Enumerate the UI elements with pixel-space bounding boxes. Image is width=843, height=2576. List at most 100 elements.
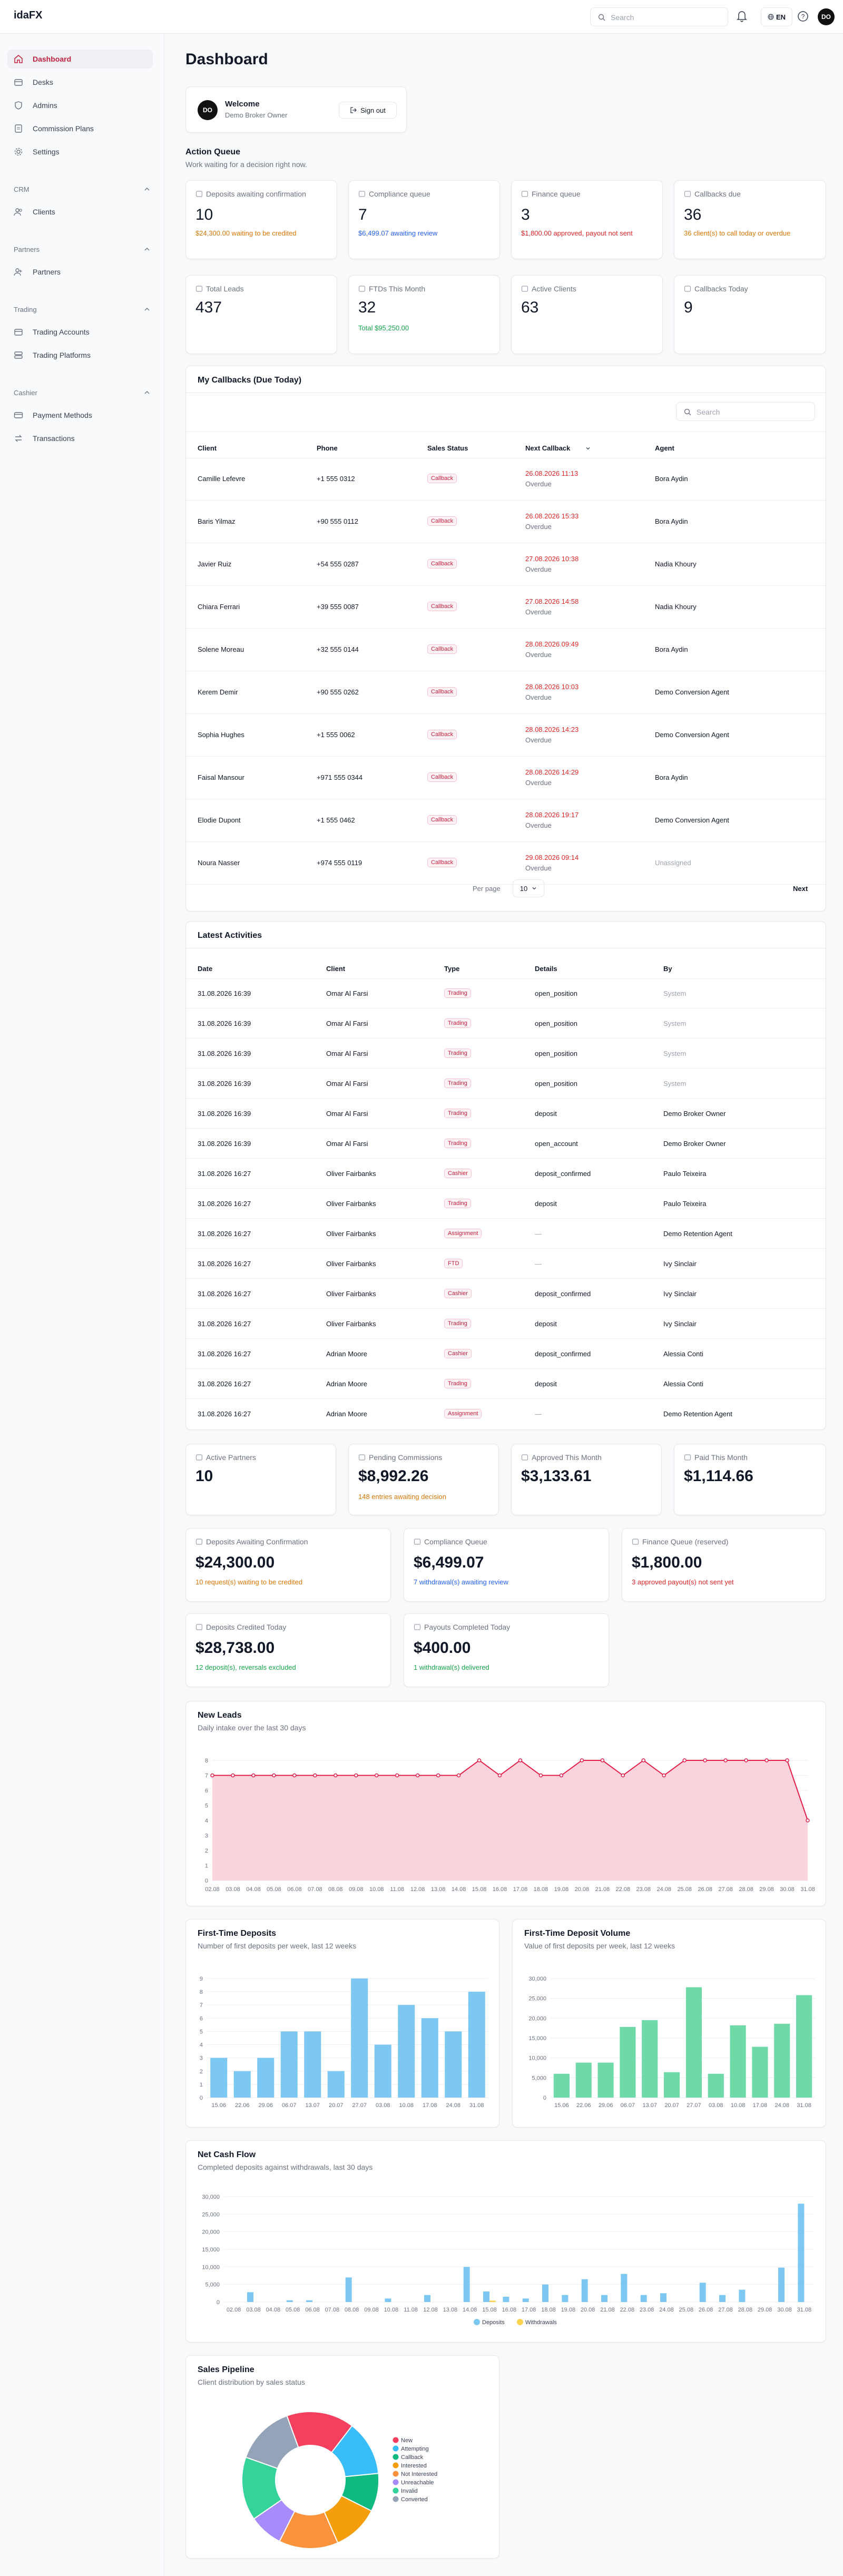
deposit-bar[interactable]: [247, 2292, 253, 2302]
deposit-bar[interactable]: [640, 2295, 647, 2302]
bar[interactable]: [553, 2073, 570, 2098]
column-header[interactable]: Next Callback: [525, 444, 570, 452]
data-point[interactable]: [723, 1758, 728, 1762]
deposit-bar[interactable]: [345, 2277, 352, 2302]
bar[interactable]: [620, 2026, 636, 2098]
data-point[interactable]: [641, 1758, 646, 1762]
deposit-bar[interactable]: [699, 2283, 706, 2302]
callbacks-search-input[interactable]: Search: [676, 402, 815, 421]
table-row[interactable]: Elodie Dupont +1 555 0462 Callback 28.08.20…: [186, 799, 826, 842]
client-name[interactable]: Noura Nasser: [198, 859, 240, 867]
bar[interactable]: [468, 1992, 485, 2098]
data-point[interactable]: [292, 1773, 297, 1778]
sidebar-item-desks[interactable]: Desks: [7, 73, 153, 92]
deposit-bar[interactable]: [306, 2300, 312, 2302]
table-row[interactable]: Javier Ruiz +54 555 0287 Callback 27.08.202…: [186, 543, 826, 586]
table-row[interactable]: Solene Moreau +32 555 0144 Callback 28.08.2…: [186, 629, 826, 671]
sidebar-item-commission-plans[interactable]: Commission Plans: [7, 119, 153, 138]
sign-out-button[interactable]: Sign out: [339, 102, 397, 119]
client-name[interactable]: Omar Al Farsi: [326, 1020, 368, 1027]
partner-card[interactable]: Active Partners 10: [185, 1444, 336, 1515]
data-point[interactable]: [415, 1773, 420, 1778]
data-point[interactable]: [456, 1773, 461, 1778]
table-row[interactable]: 31.08.2026 16:39 Omar Al Farsi Trading open…: [186, 1129, 826, 1159]
table-row[interactable]: Chiara Ferrari +39 555 0087 Callback 27.08.…: [186, 586, 826, 629]
table-row[interactable]: 31.08.2026 16:27 Oliver Fairbanks Trading d…: [186, 1189, 826, 1219]
bar[interactable]: [304, 2031, 321, 2098]
kpi-card[interactable]: Callbacks Today 9: [674, 275, 826, 354]
finance-card[interactable]: Compliance Queue $6,499.07 7 withdrawal(s)…: [404, 1528, 609, 1602]
sidebar-section-partners[interactable]: Partners: [14, 246, 151, 253]
queue-card[interactable]: Finance queue 3 $1,800.00 approved, payout…: [511, 180, 663, 259]
table-row[interactable]: Kerem Demir +90 555 0262 Callback 28.08.202…: [186, 671, 826, 714]
bar[interactable]: [664, 2072, 680, 2098]
sidebar-item-partners[interactable]: Partners: [7, 262, 153, 281]
table-row[interactable]: Faisal Mansour +971 555 0344 Callback 28.08…: [186, 757, 826, 799]
queue-card[interactable]: Deposits awaiting confirmation 10 $24,300.…: [185, 180, 337, 259]
data-point[interactable]: [518, 1758, 523, 1762]
bar[interactable]: [730, 2025, 746, 2098]
data-point[interactable]: [231, 1773, 235, 1778]
client-name[interactable]: Omar Al Farsi: [326, 1080, 368, 1088]
finance-card[interactable]: Deposits Awaiting Confirmation $24,300.00…: [185, 1528, 391, 1602]
table-row[interactable]: 31.08.2026 16:27 Oliver Fairbanks FTD — Ivy …: [186, 1249, 826, 1279]
table-row[interactable]: 31.08.2026 16:27 Oliver Fairbanks Cashier d…: [186, 1279, 826, 1309]
help-icon[interactable]: ?: [797, 10, 809, 23]
data-point[interactable]: [600, 1758, 605, 1762]
table-row[interactable]: Camille Lefevre +1 555 0312 Callback 26.08.…: [186, 458, 826, 501]
data-point[interactable]: [621, 1773, 625, 1778]
table-row[interactable]: 31.08.2026 16:39 Omar Al Farsi Trading open…: [186, 1039, 826, 1069]
bar[interactable]: [575, 2062, 592, 2098]
kpi-card[interactable]: FTDs This Month 32 Total $95,250.00: [348, 275, 500, 354]
client-name[interactable]: Adrian Moore: [326, 1410, 367, 1418]
sidebar-item-dashboard[interactable]: Dashboard: [7, 50, 153, 68]
bar[interactable]: [398, 2005, 415, 2098]
deposit-bar[interactable]: [483, 2291, 489, 2302]
client-name[interactable]: Omar Al Farsi: [326, 1110, 368, 1118]
user-avatar[interactable]: DO: [818, 8, 835, 25]
kpi-card[interactable]: Total Leads 437: [185, 275, 337, 354]
client-name[interactable]: Chiara Ferrari: [198, 603, 240, 611]
data-point[interactable]: [744, 1758, 748, 1762]
deposit-bar[interactable]: [503, 2297, 509, 2302]
withdrawal-bar[interactable]: [489, 2300, 496, 2302]
client-name[interactable]: Omar Al Farsi: [326, 1050, 368, 1057]
sidebar-section-trading[interactable]: Trading: [14, 306, 151, 314]
data-point[interactable]: [662, 1773, 666, 1778]
deposit-bar[interactable]: [562, 2295, 568, 2302]
client-name[interactable]: Baris Yilmaz: [198, 517, 236, 525]
data-point[interactable]: [477, 1758, 482, 1762]
deposit-bar[interactable]: [542, 2284, 548, 2302]
table-row[interactable]: Noura Nasser +974 555 0119 Callback 29.08.2…: [186, 842, 826, 885]
global-search-input[interactable]: Search: [590, 7, 728, 26]
data-point[interactable]: [374, 1773, 379, 1778]
table-row[interactable]: 31.08.2026 16:27 Adrian Moore Assignment — D…: [186, 1399, 826, 1429]
partner-card[interactable]: Paid This Month $1,114.66: [674, 1444, 826, 1515]
client-name[interactable]: Oliver Fairbanks: [326, 1320, 376, 1328]
bar[interactable]: [445, 2031, 462, 2098]
bar[interactable]: [685, 1987, 702, 2098]
deposit-bar[interactable]: [424, 2295, 430, 2302]
sidebar-item-transactions[interactable]: Transactions: [7, 429, 153, 448]
client-name[interactable]: Sophia Hughes: [198, 731, 244, 739]
table-row[interactable]: 31.08.2026 16:39 Omar Al Farsi Trading open…: [186, 978, 826, 1008]
deposit-bar[interactable]: [286, 2300, 293, 2302]
data-point[interactable]: [251, 1773, 256, 1778]
data-point[interactable]: [682, 1758, 687, 1762]
table-row[interactable]: 31.08.2026 16:27 Oliver Fairbanks Trading d…: [186, 1309, 826, 1339]
client-name[interactable]: Omar Al Farsi: [326, 990, 368, 997]
data-point[interactable]: [354, 1773, 358, 1778]
client-name[interactable]: Elodie Dupont: [198, 816, 241, 824]
bar[interactable]: [327, 2071, 345, 2098]
data-point[interactable]: [703, 1758, 707, 1762]
client-name[interactable]: Solene Moreau: [198, 645, 244, 653]
table-row[interactable]: Baris Yilmaz +90 555 0112 Callback 26.08.20…: [186, 501, 826, 543]
data-point[interactable]: [313, 1773, 317, 1778]
bar[interactable]: [374, 2044, 391, 2098]
data-point[interactable]: [395, 1773, 399, 1778]
deposit-bar[interactable]: [660, 2293, 666, 2302]
sidebar-section-crm[interactable]: CRM: [14, 185, 151, 193]
sort-desc-icon[interactable]: [585, 446, 591, 451]
deposit-bar[interactable]: [719, 2295, 726, 2302]
client-name[interactable]: Oliver Fairbanks: [326, 1260, 376, 1268]
